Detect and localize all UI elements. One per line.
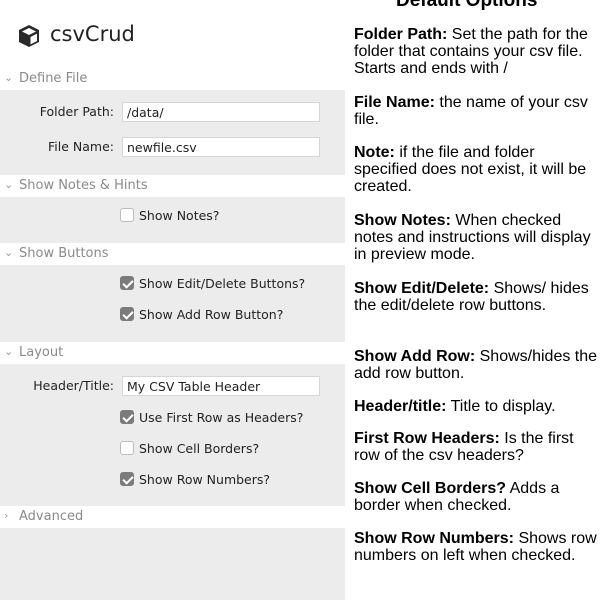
help-item-show-notes: Show Notes: When checked notes and instr… xyxy=(354,212,600,263)
help-item-show-edit-delete: Show Edit/Delete: Shows/ hides the edit/… xyxy=(354,280,600,314)
file-name-input[interactable]: newfile.csv xyxy=(122,137,320,157)
section-show-buttons[interactable]: ⌄ Show Buttons xyxy=(0,243,345,265)
help-term: Show Edit/Delete: xyxy=(354,280,490,297)
app-header: csvCrud xyxy=(0,0,345,68)
show-cell-borders-label: Show Cell Borders? xyxy=(139,441,260,456)
app-title: csvCrud xyxy=(50,22,135,46)
help-item-show-row-numbers: Show Row Numbers: Shows row numbers on l… xyxy=(354,530,600,564)
help-item-folder-path: Folder Path: Set the path for the folder… xyxy=(354,26,600,77)
settings-panel: csvCrud ⌄ Define File Folder Path: /data… xyxy=(0,0,345,600)
folder-path-label: Folder Path: xyxy=(39,104,114,119)
help-item-first-row-headers: First Row Headers: Is the first row of t… xyxy=(354,430,600,464)
chevron-down-icon: ⌄ xyxy=(4,178,14,191)
help-term: Note: xyxy=(354,144,395,161)
help-desc: Title to display. xyxy=(446,398,556,415)
show-row-numbers-checkbox[interactable] xyxy=(120,472,134,486)
help-term: Show Notes: xyxy=(354,212,451,229)
section-show-notes-hints[interactable]: ⌄ Show Notes & Hints xyxy=(0,175,345,197)
chevron-down-icon: ⌄ xyxy=(4,246,14,259)
show-add-row-checkbox[interactable] xyxy=(120,307,134,321)
show-cell-borders-checkbox[interactable] xyxy=(120,441,134,455)
file-name-label: File Name: xyxy=(48,139,114,154)
header-title-label: Header/Title: xyxy=(33,378,114,393)
cube-icon xyxy=(19,25,39,47)
header-title-input[interactable]: My CSV Table Header xyxy=(122,376,320,396)
first-row-headers-label: Use First Row as Headers? xyxy=(139,410,304,425)
section-show-notes-hints-label: Show Notes & Hints xyxy=(19,178,148,193)
help-item-note: Note: if the file and folder specified d… xyxy=(354,144,600,195)
help-item-show-cell-borders: Show Cell Borders? Adds a border when ch… xyxy=(354,480,600,514)
section-define-file-label: Define File xyxy=(19,71,88,86)
help-item-show-add-row: Show Add Row: Shows/hides the add row bu… xyxy=(354,348,600,382)
help-item-header-title: Header/title: Title to display. xyxy=(354,398,600,415)
help-panel: Default Options Folder Path: Set the pat… xyxy=(346,0,600,600)
show-notes-checkbox[interactable] xyxy=(120,208,134,222)
chevron-down-icon: ⌄ xyxy=(4,71,14,84)
help-term: Show Cell Borders? xyxy=(354,480,507,497)
show-edit-delete-checkbox[interactable] xyxy=(120,276,134,290)
help-term: Header/title: xyxy=(354,398,447,415)
chevron-right-icon: › xyxy=(4,509,9,522)
first-row-headers-checkbox[interactable] xyxy=(120,410,134,424)
help-term: Show Add Row: xyxy=(354,348,476,365)
section-advanced-label: Advanced xyxy=(19,509,84,524)
show-row-numbers-label: Show Row Numbers? xyxy=(139,472,271,487)
help-item-file-name: File Name: the name of your csv file. xyxy=(354,94,600,128)
section-advanced[interactable]: › Advanced xyxy=(0,506,345,528)
help-term: Show Row Numbers: xyxy=(354,530,515,547)
folder-path-input[interactable]: /data/ xyxy=(122,102,320,122)
section-define-file[interactable]: ⌄ Define File xyxy=(0,68,345,90)
section-layout[interactable]: ⌄ Layout xyxy=(0,342,345,364)
show-add-row-label: Show Add Row Button? xyxy=(139,307,284,322)
show-notes-label: Show Notes? xyxy=(139,208,220,223)
section-show-buttons-label: Show Buttons xyxy=(19,246,109,261)
show-edit-delete-label: Show Edit/Delete Buttons? xyxy=(139,276,306,291)
section-layout-label: Layout xyxy=(19,345,64,360)
help-term: File Name: xyxy=(354,94,435,111)
chevron-down-icon: ⌄ xyxy=(4,345,14,358)
help-term: Folder Path: xyxy=(354,26,448,43)
help-term: First Row Headers: xyxy=(354,430,500,447)
help-heading: Default Options xyxy=(396,0,538,11)
